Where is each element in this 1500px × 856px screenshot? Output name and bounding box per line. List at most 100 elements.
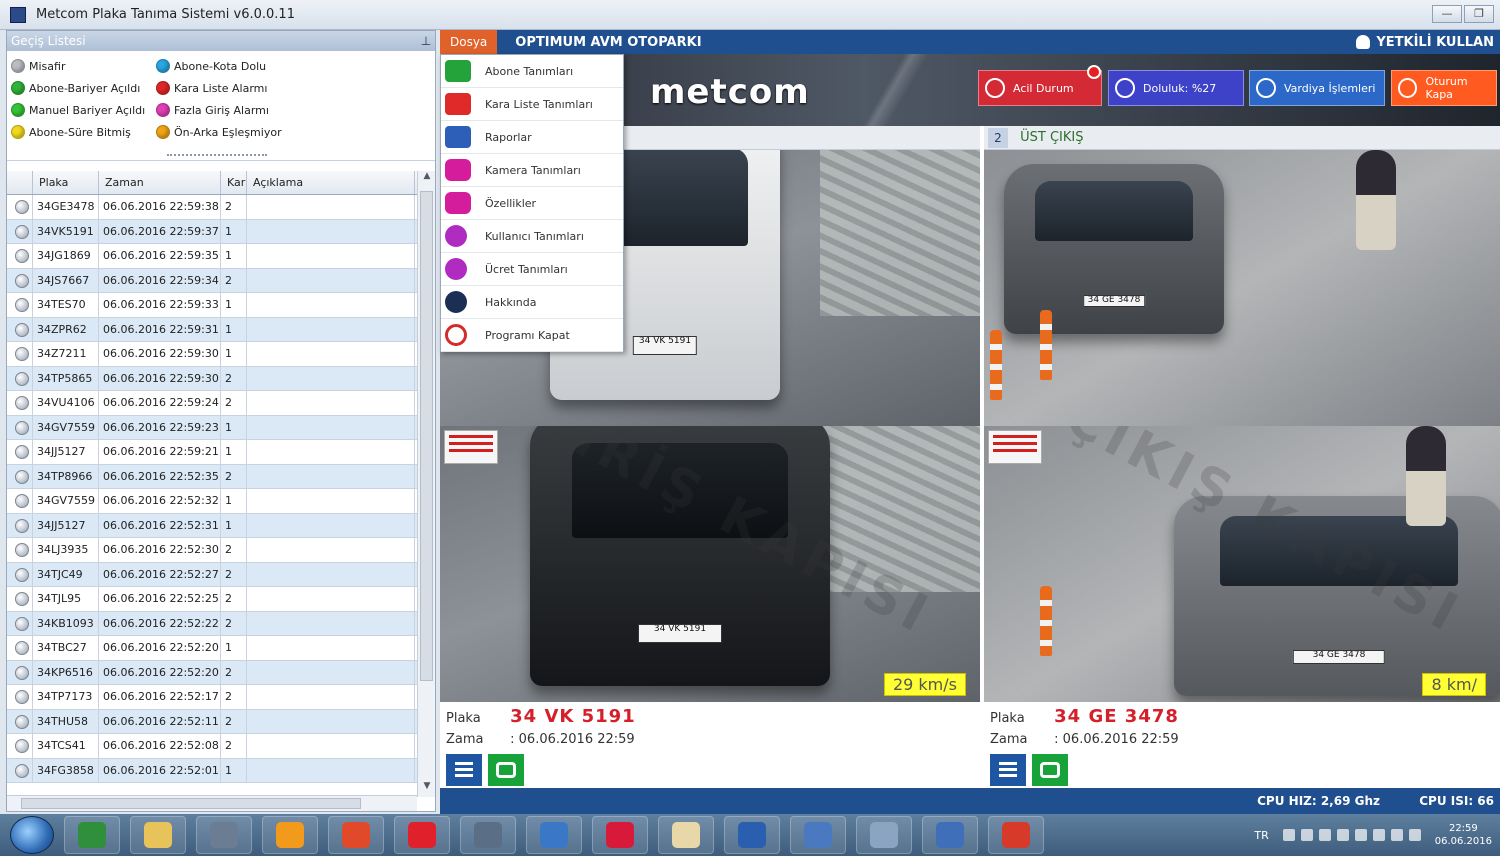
horizontal-scrollbar[interactable] bbox=[7, 795, 417, 811]
table-row[interactable]: 34JJ5127 06.06.2016 22:52:31 1 bbox=[7, 513, 435, 538]
table-row[interactable]: 34TP5865 06.06.2016 22:59:30 2 bbox=[7, 366, 435, 391]
row-description bbox=[247, 342, 415, 366]
camera-right-top[interactable]: 34 GE 3478 bbox=[984, 150, 1500, 426]
vehicle-plate: 34 GE 3478 bbox=[1083, 294, 1145, 307]
taskbar-app-button[interactable] bbox=[394, 816, 450, 854]
tray-icon[interactable] bbox=[1300, 829, 1313, 841]
row-status bbox=[7, 562, 33, 586]
column-header-plate[interactable]: Plaka bbox=[33, 171, 99, 194]
hscroll-thumb[interactable] bbox=[21, 798, 361, 809]
table-row[interactable]: 34FG3858 06.06.2016 22:52:01 1 bbox=[7, 758, 435, 783]
camera-left-bottom[interactable]: 34 VK 5191 GİRİŞ KAPISI 29 km/s bbox=[440, 426, 980, 702]
taskbar-app-button[interactable] bbox=[460, 816, 516, 854]
vertical-scrollbar[interactable]: ▲ ▼ bbox=[417, 171, 435, 797]
table-row[interactable]: 34KP6516 06.06.2016 22:52:20 2 bbox=[7, 660, 435, 685]
column-header-status[interactable] bbox=[7, 171, 33, 194]
minimize-button[interactable]: — bbox=[1432, 5, 1462, 23]
taskbar-app-button[interactable] bbox=[988, 816, 1044, 854]
taskbar-app-button[interactable] bbox=[856, 816, 912, 854]
logout-button[interactable]: Oturum Kapa bbox=[1391, 70, 1497, 106]
start-button[interactable] bbox=[10, 816, 54, 854]
column-header-time[interactable]: Zaman bbox=[99, 171, 221, 194]
table-row[interactable]: 34ZPR62 06.06.2016 22:59:31 1 bbox=[7, 317, 435, 342]
camera-icon[interactable] bbox=[1032, 754, 1068, 786]
splitter-handle[interactable] bbox=[167, 154, 267, 160]
taskbar-app-button[interactable] bbox=[196, 816, 252, 854]
restore-button[interactable]: ❐ bbox=[1464, 5, 1494, 23]
menu-item-info[interactable]: Hakkında bbox=[441, 286, 623, 319]
menu-item-car[interactable]: Kara Liste Tanımları bbox=[441, 88, 623, 121]
table-row[interactable]: 34GV7559 06.06.2016 22:52:32 1 bbox=[7, 489, 435, 514]
menu-item-user[interactable]: Kullanıcı Tanımları bbox=[441, 220, 623, 253]
table-row[interactable]: 34TJC49 06.06.2016 22:52:27 2 bbox=[7, 562, 435, 587]
tray-icon[interactable] bbox=[1354, 829, 1367, 841]
clock[interactable]: 22:59 06.06.2016 bbox=[1435, 822, 1492, 848]
menu-file[interactable]: Dosya bbox=[440, 30, 498, 54]
language-indicator[interactable]: TR bbox=[1254, 829, 1268, 842]
table-row[interactable]: 34JJ5127 06.06.2016 22:59:21 1 bbox=[7, 440, 435, 465]
volume-icon[interactable] bbox=[1390, 829, 1403, 841]
tray-icon[interactable] bbox=[1318, 829, 1331, 841]
scroll-up-icon[interactable]: ▲ bbox=[418, 171, 436, 187]
table-row[interactable]: 34THU58 06.06.2016 22:52:11 2 bbox=[7, 709, 435, 734]
taskbar-app-button[interactable] bbox=[130, 816, 186, 854]
file-menu-dropdown: Abone Tanımları Kara Liste Tanımları Rapor… bbox=[440, 54, 624, 352]
menu-item-power[interactable]: Programı Kapat bbox=[441, 319, 623, 352]
table-row[interactable]: 34LJ3935 06.06.2016 22:52:30 2 bbox=[7, 538, 435, 563]
row-status bbox=[7, 587, 33, 611]
legend-item: Ön-Arka Eşleşmiyor bbox=[156, 123, 316, 141]
menu-item-car[interactable]: Abone Tanımları bbox=[441, 55, 623, 88]
tray-icon[interactable] bbox=[1282, 829, 1295, 841]
user-indicator[interactable]: YETKİLİ KULLAN bbox=[1356, 35, 1494, 50]
column-header-description[interactable]: Açıklama bbox=[247, 171, 415, 194]
list-icon[interactable] bbox=[446, 754, 482, 786]
emergency-button[interactable]: Acil Durum bbox=[978, 65, 1102, 106]
camera-right-bottom[interactable]: 34 GE 3478 ÇIKIŞ KAPISI 8 km/ bbox=[984, 426, 1500, 702]
occupancy-button[interactable]: Doluluk: %27 bbox=[1108, 70, 1244, 106]
table-row[interactable]: 34TCS41 06.06.2016 22:52:08 2 bbox=[7, 734, 435, 759]
speed-readout: 29 km/s bbox=[883, 673, 966, 696]
list-icon[interactable] bbox=[990, 754, 1026, 786]
table-row[interactable]: 34Z7211 06.06.2016 22:59:30 1 bbox=[7, 342, 435, 367]
camera-icon[interactable] bbox=[488, 754, 524, 786]
pin-icon[interactable]: ⊥ bbox=[417, 31, 435, 51]
tray-icon[interactable] bbox=[1372, 829, 1385, 841]
taskbar-app-button[interactable] bbox=[328, 816, 384, 854]
status-dot-icon bbox=[15, 445, 29, 459]
taskbar-app-button[interactable] bbox=[790, 816, 846, 854]
table-row[interactable]: 34JG1869 06.06.2016 22:59:35 1 bbox=[7, 244, 435, 269]
pedestrian bbox=[1406, 426, 1446, 526]
tray-icon[interactable] bbox=[1336, 829, 1349, 841]
cpu-temperature: CPU ISI: 66 bbox=[1419, 794, 1494, 808]
taskbar-app-button[interactable] bbox=[64, 816, 120, 854]
taskbar-app-button[interactable] bbox=[724, 816, 780, 854]
taskbar-app-button[interactable] bbox=[262, 816, 318, 854]
table-row[interactable]: 34TJL95 06.06.2016 22:52:25 2 bbox=[7, 587, 435, 612]
column-header-lane[interactable]: Kar bbox=[221, 171, 247, 194]
scroll-down-icon[interactable]: ▼ bbox=[418, 781, 436, 797]
table-row[interactable]: 34KB1093 06.06.2016 22:52:22 2 bbox=[7, 611, 435, 636]
table-row[interactable]: 34GE3478 06.06.2016 22:59:38 2 bbox=[7, 195, 435, 220]
network-icon[interactable] bbox=[1408, 829, 1421, 841]
shift-operations-button[interactable]: Vardiya İşlemleri bbox=[1249, 70, 1385, 106]
row-status bbox=[7, 734, 33, 758]
table-row[interactable]: 34TES70 06.06.2016 22:59:33 1 bbox=[7, 293, 435, 318]
taskbar-app-button[interactable] bbox=[526, 816, 582, 854]
menu-item-gear[interactable]: Özellikler bbox=[441, 187, 623, 220]
taskbar-app-button[interactable] bbox=[592, 816, 648, 854]
table-row[interactable]: 34TBC27 06.06.2016 22:52:20 1 bbox=[7, 636, 435, 661]
table-row[interactable]: 34VK5191 06.06.2016 22:59:37 1 bbox=[7, 219, 435, 244]
table-row[interactable]: 34TP8966 06.06.2016 22:52:35 2 bbox=[7, 464, 435, 489]
menu-item-document[interactable]: Raporlar bbox=[441, 121, 623, 154]
table-row[interactable]: 34GV7559 06.06.2016 22:59:23 1 bbox=[7, 415, 435, 440]
taskbar-app-button[interactable] bbox=[658, 816, 714, 854]
row-status bbox=[7, 317, 33, 341]
scroll-thumb[interactable] bbox=[420, 191, 433, 681]
menu-item-lira[interactable]: Ücret Tanımları bbox=[441, 253, 623, 286]
legend-item: Abone-Bariyer Açıldı bbox=[11, 79, 156, 97]
table-row[interactable]: 34JS7667 06.06.2016 22:59:34 2 bbox=[7, 268, 435, 293]
table-row[interactable]: 34VU4106 06.06.2016 22:59:24 2 bbox=[7, 391, 435, 416]
taskbar-app-button[interactable] bbox=[922, 816, 978, 854]
menu-item-camera[interactable]: Kamera Tanımları bbox=[441, 154, 623, 187]
table-row[interactable]: 34TP7173 06.06.2016 22:52:17 2 bbox=[7, 685, 435, 710]
